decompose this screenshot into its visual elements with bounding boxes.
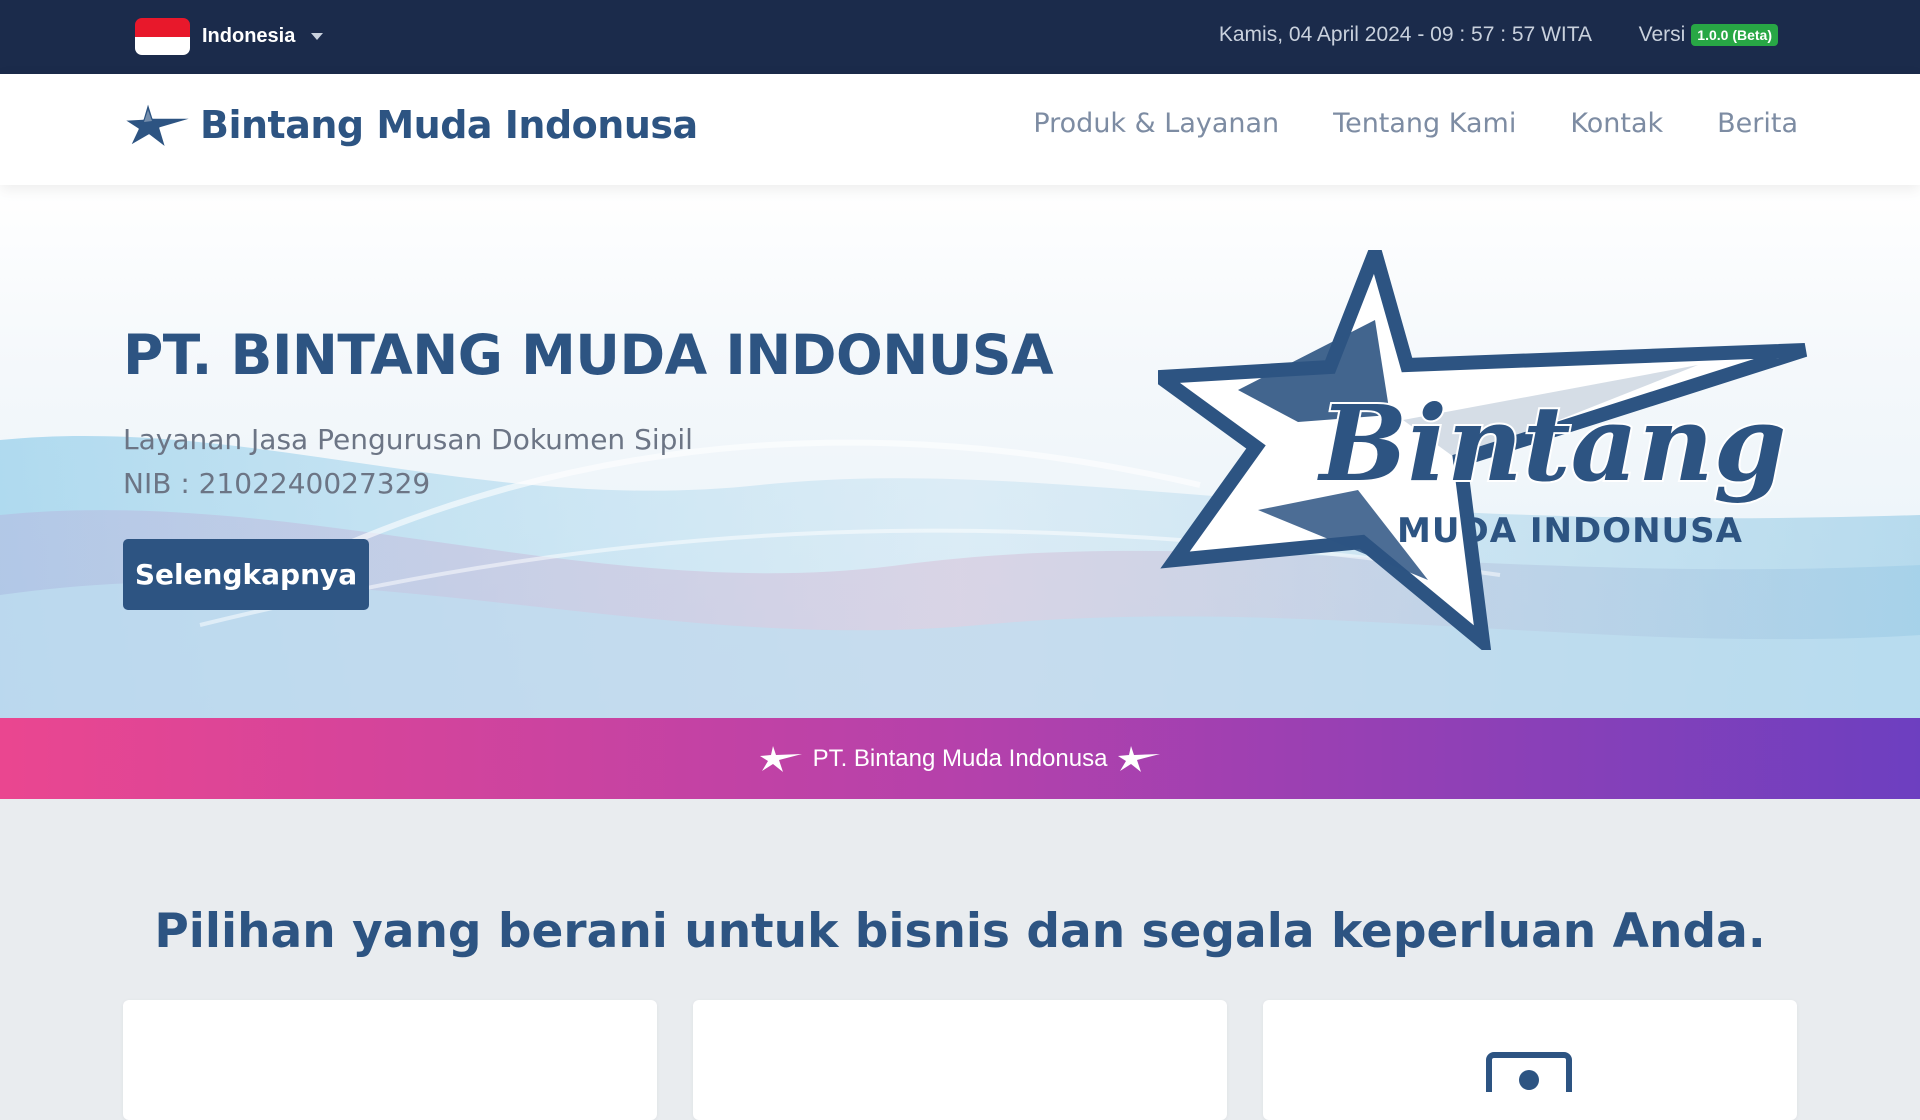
feature-cards — [123, 1000, 1797, 1120]
star-icon — [123, 101, 195, 149]
money-icon — [1486, 1052, 1572, 1092]
version-badge: 1.0.0 (Beta) — [1691, 24, 1778, 46]
feature-card — [693, 1000, 1227, 1120]
hero-section: PT. BINTANG MUDA INDONUSA Layanan Jasa P… — [0, 185, 1920, 718]
nav-link-berita[interactable]: Berita — [1717, 108, 1798, 139]
datetime-display: Kamis, 04 April 2024 - 09 : 57 : 57 WITA — [1218, 23, 1592, 46]
top-bar: Indonesia Kamis, 04 April 2024 - 09 : 57… — [0, 0, 1920, 74]
hero-title: PT. BINTANG MUDA INDONUSA — [123, 323, 1054, 387]
nav-link-tentang-kami[interactable]: Tentang Kami — [1333, 108, 1516, 139]
ribbon-text: PT. Bintang Muda Indonusa — [812, 744, 1108, 772]
navbar: Bintang Muda Indonusa Produk & Layanan T… — [0, 74, 1920, 185]
brand-logo-link[interactable]: Bintang Muda Indonusa — [122, 100, 698, 150]
logo-subtext: MUDA INDONUSA — [1397, 511, 1743, 551]
logo-script-text: Bintang — [1317, 382, 1787, 505]
company-logo: Bintang MUDA INDONUSA — [1158, 250, 1808, 650]
language-label: Indonesia — [202, 25, 296, 47]
brand-name: Bintang Muda Indonusa — [200, 103, 698, 147]
hero-nib: NIB : 2102240027329 — [123, 467, 431, 500]
feature-card — [1263, 1000, 1797, 1120]
sparkle-star-icon — [1118, 745, 1161, 772]
language-selector[interactable]: Indonesia — [135, 18, 324, 55]
indonesia-flag-icon — [135, 18, 190, 55]
nav-link-kontak[interactable]: Kontak — [1570, 108, 1663, 139]
sparkle-star-icon — [759, 745, 802, 772]
hero-subtitle: Layanan Jasa Pengurusan Dokumen Sipil — [123, 423, 693, 456]
hero-subtitle-block: Layanan Jasa Pengurusan Dokumen Sipil NI… — [123, 418, 693, 506]
caret-down-icon — [311, 33, 324, 40]
section-title: Pilihan yang berani untuk bisnis dan seg… — [154, 904, 1766, 959]
main-nav: Produk & Layanan Tentang Kami Kontak Ber… — [1033, 108, 1798, 139]
nav-link-produk-layanan[interactable]: Produk & Layanan — [1033, 108, 1279, 139]
version-label: Versi — [1638, 23, 1686, 46]
feature-card — [123, 1000, 657, 1120]
ribbon-banner: PT. Bintang Muda Indonusa — [0, 718, 1920, 799]
version-info: Versi 1.0.0 (Beta) — [1639, 23, 1778, 47]
selengkapnya-button[interactable]: Selengkapnya — [123, 539, 369, 610]
